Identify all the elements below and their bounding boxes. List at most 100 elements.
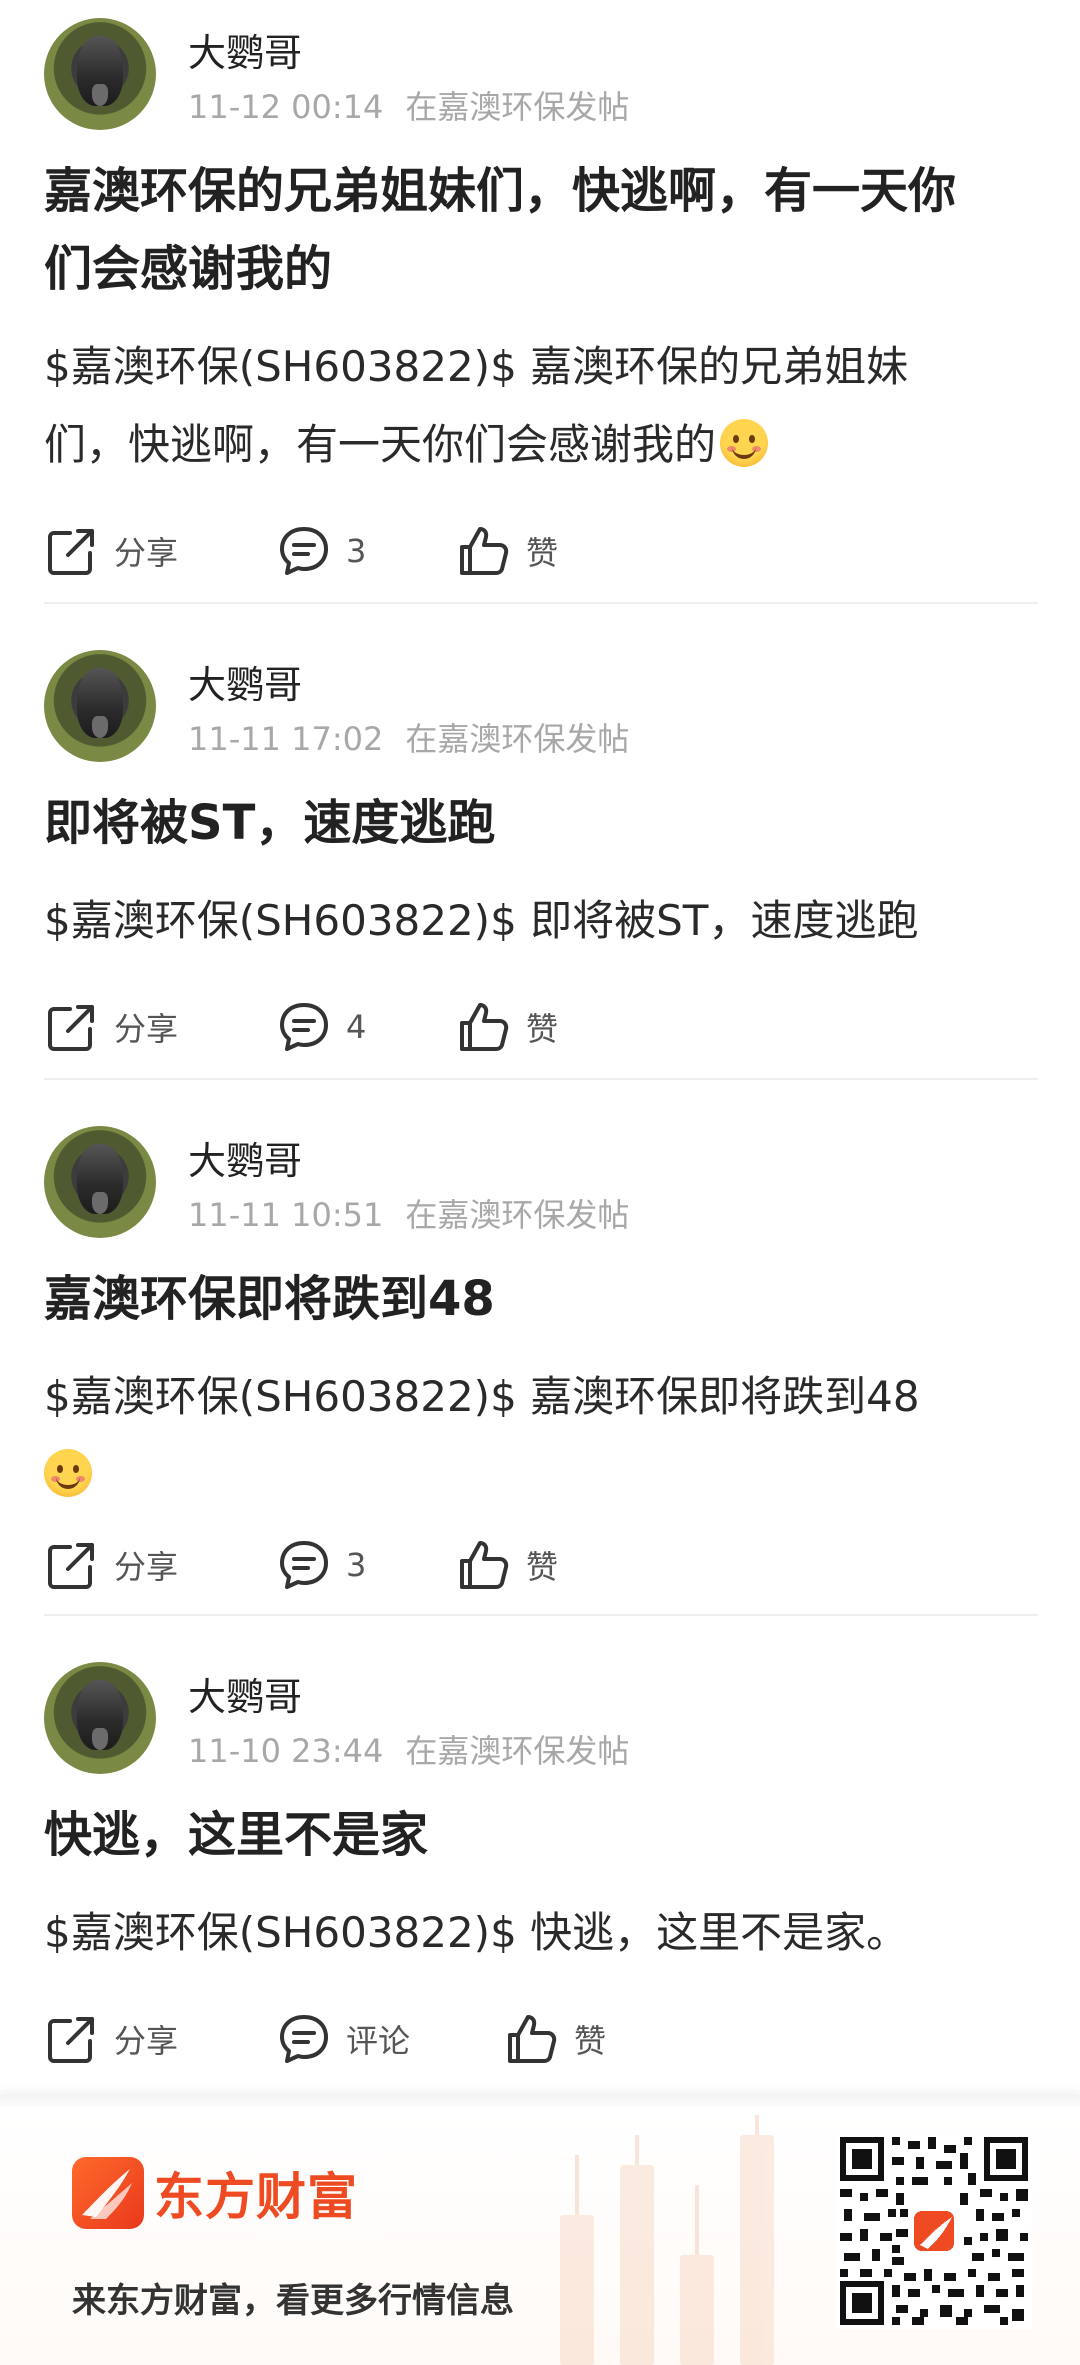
- comment-icon: [280, 1003, 328, 1051]
- post-title-line: 即将被ST，速度逃跑: [44, 795, 496, 851]
- post-header: 大鹦哥 11-10 23:44 在嘉澳环保发帖: [44, 1646, 1044, 1774]
- post-title-line: 快逃，这里不是家: [44, 1807, 429, 1863]
- brand-logo: 东方财富: [72, 2157, 358, 2229]
- post-title[interactable]: 嘉澳环保即将跌到48: [44, 1260, 1040, 1338]
- thumbs-up-icon: [460, 1003, 509, 1051]
- post-feed: 大鹦哥 11-12 00:14 在嘉澳环保发帖 嘉澳环保的兄弟姐妹们，快逃啊，有一…: [0, 0, 1080, 2095]
- like-button[interactable]: 赞: [456, 516, 558, 586]
- comment-button[interactable]: 3: [276, 1530, 366, 1600]
- post-body[interactable]: $嘉澳环保(SH603822)$ 快逃，这里不是家。: [44, 1894, 1044, 1972]
- post-body-line: [44, 1436, 1044, 1514]
- share-button[interactable]: 分享: [44, 992, 178, 1062]
- post-title-line: 们会感谢我的: [44, 241, 333, 297]
- post-location[interactable]: 在嘉澳环保发帖: [405, 1196, 629, 1234]
- comment-count: 3: [346, 1546, 367, 1584]
- author-name[interactable]: 大鹦哥: [188, 22, 302, 77]
- post-title-line: 嘉澳环保的兄弟姐妹们，快逃啊，有一天你: [44, 163, 957, 219]
- brand-name: 东方财富: [154, 2168, 358, 2226]
- author-name[interactable]: 大鹦哥: [188, 654, 302, 709]
- comment-icon: [280, 2015, 328, 2063]
- eastmoney-logo-icon: [72, 2157, 144, 2229]
- comment-icon: [280, 1541, 328, 1589]
- post-body-line: $嘉澳环保(SH603822)$ 快逃，这里不是家。: [44, 1908, 909, 1957]
- avatar[interactable]: [44, 1662, 156, 1774]
- post-title[interactable]: 嘉澳环保的兄弟姐妹们，快逃啊，有一天你 们会感谢我的: [44, 152, 1040, 308]
- post-body-line: $嘉澳环保(SH603822)$ 即将被ST，速度逃跑: [44, 896, 919, 945]
- post-actions: 分享 4 赞: [44, 992, 1044, 1062]
- share-label: 分享: [114, 1548, 179, 1586]
- comment-count: 3: [346, 532, 367, 570]
- post-meta: 11-10 23:44 在嘉澳环保发帖: [188, 1726, 629, 1772]
- post-item[interactable]: 大鹦哥 11-12 00:14 在嘉澳环保发帖 嘉澳环保的兄弟姐妹们，快逃啊，有一…: [0, 0, 1080, 604]
- post-time: 11-10 23:44: [188, 1732, 384, 1770]
- post-meta: 11-11 10:51 在嘉澳环保发帖: [188, 1190, 629, 1236]
- post-header: 大鹦哥 11-12 00:14 在嘉澳环保发帖: [44, 0, 1044, 130]
- post-title-line: 嘉澳环保即将跌到48: [44, 1271, 495, 1327]
- post-actions: 分享 3 赞: [44, 516, 1044, 586]
- post-meta: 11-12 00:14 在嘉澳环保发帖: [188, 82, 629, 128]
- like-button[interactable]: 赞: [504, 2004, 606, 2074]
- post-location[interactable]: 在嘉澳环保发帖: [405, 1732, 629, 1770]
- share-icon: [48, 529, 94, 575]
- post-body-line: $嘉澳环保(SH603822)$ 嘉澳环保即将跌到48: [44, 1372, 920, 1421]
- like-label: 赞: [526, 1548, 559, 1586]
- post-body[interactable]: $嘉澳环保(SH603822)$ 嘉澳环保的兄弟姐妹 们，快逃啊，有一天你们会感…: [44, 328, 1044, 484]
- share-label: 分享: [114, 2022, 179, 2060]
- divider: [44, 1078, 1038, 1080]
- post-actions: 分享 3 赞: [44, 1530, 1044, 1600]
- share-label: 分享: [114, 1010, 179, 1048]
- post-location[interactable]: 在嘉澳环保发帖: [405, 88, 629, 126]
- app-promo-banner[interactable]: 东方财富 来东方财富，看更多行情信息: [0, 2095, 1080, 2365]
- author-name[interactable]: 大鹦哥: [188, 1130, 302, 1185]
- avatar[interactable]: [44, 1126, 156, 1238]
- post-body[interactable]: $嘉澳环保(SH603822)$ 嘉澳环保即将跌到48: [44, 1358, 1044, 1514]
- smile-emoji-icon: [720, 419, 769, 467]
- post-time: 11-11 17:02: [188, 720, 384, 758]
- share-label: 分享: [114, 534, 179, 572]
- divider: [44, 1614, 1038, 1616]
- avatar[interactable]: [44, 18, 156, 130]
- share-icon: [48, 1543, 94, 1589]
- thumbs-up-icon: [508, 2015, 557, 2063]
- promo-slogan: 来东方财富，看更多行情信息: [72, 2281, 514, 2321]
- candlestick-decoration: [560, 2115, 840, 2365]
- post-meta: 11-11 17:02 在嘉澳环保发帖: [188, 714, 629, 760]
- like-label: 赞: [526, 1010, 559, 1048]
- post-title[interactable]: 快逃，这里不是家: [44, 1796, 1040, 1874]
- post-actions: 分享 评论 赞: [44, 2004, 1044, 2074]
- share-button[interactable]: 分享: [44, 516, 178, 586]
- post-header: 大鹦哥 11-11 17:02 在嘉澳环保发帖: [44, 634, 1044, 762]
- thumbs-up-icon: [460, 1541, 509, 1589]
- post-header: 大鹦哥 11-11 10:51 在嘉澳环保发帖: [44, 1110, 1044, 1238]
- comment-button[interactable]: 4: [276, 992, 366, 1062]
- like-button[interactable]: 赞: [456, 992, 558, 1062]
- author-name[interactable]: 大鹦哥: [188, 1666, 302, 1721]
- smile-emoji-icon: [44, 1449, 92, 1497]
- post-title[interactable]: 即将被ST，速度逃跑: [44, 784, 1040, 862]
- post-item[interactable]: 大鹦哥 11-11 10:51 在嘉澳环保发帖 嘉澳环保即将跌到48 $嘉澳环保(…: [0, 1110, 1080, 1616]
- avatar[interactable]: [44, 650, 156, 762]
- qr-code[interactable]: [836, 2133, 1032, 2329]
- share-button[interactable]: 分享: [44, 2004, 178, 2074]
- share-button[interactable]: 分享: [44, 1530, 178, 1600]
- like-label: 赞: [526, 534, 559, 572]
- divider: [44, 602, 1038, 604]
- comment-count: 4: [346, 1008, 367, 1046]
- post-item[interactable]: 大鹦哥 11-10 23:44 在嘉澳环保发帖 快逃，这里不是家 $嘉澳环保(SH…: [0, 1646, 1080, 2095]
- comment-button[interactable]: 评论: [276, 2004, 410, 2074]
- like-label: 赞: [574, 2022, 607, 2060]
- comment-icon: [280, 527, 328, 575]
- share-icon: [48, 1005, 94, 1051]
- post-location[interactable]: 在嘉澳环保发帖: [405, 720, 629, 758]
- post-time: 11-11 10:51: [188, 1196, 384, 1234]
- post-body-line: 们，快逃啊，有一天你们会感谢我的: [44, 406, 1044, 484]
- like-button[interactable]: 赞: [456, 1530, 558, 1600]
- share-icon: [48, 2017, 94, 2063]
- comment-button[interactable]: 3: [276, 516, 366, 586]
- post-body[interactable]: $嘉澳环保(SH603822)$ 即将被ST，速度逃跑: [44, 882, 1044, 960]
- post-item[interactable]: 大鹦哥 11-11 17:02 在嘉澳环保发帖 即将被ST，速度逃跑 $嘉澳环保(…: [0, 634, 1080, 1080]
- comment-label: 评论: [346, 2022, 411, 2060]
- post-body-line: $嘉澳环保(SH603822)$ 嘉澳环保的兄弟姐妹: [44, 342, 909, 391]
- post-time: 11-12 00:14: [188, 88, 384, 126]
- thumbs-up-icon: [460, 527, 509, 575]
